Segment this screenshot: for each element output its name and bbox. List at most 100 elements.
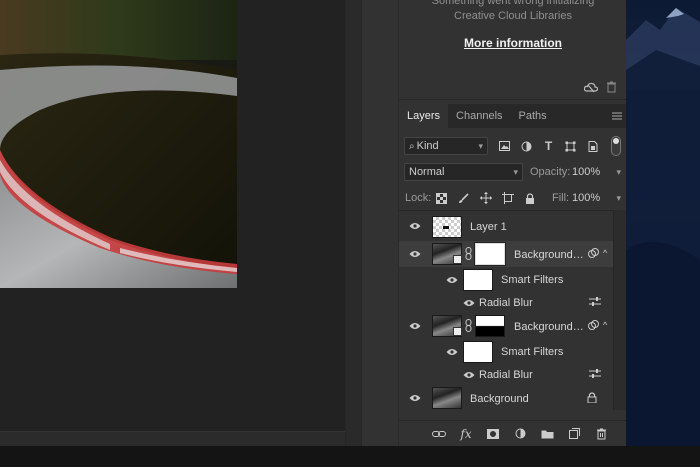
visibility-eye-icon[interactable] [445, 347, 459, 357]
more-information-link[interactable]: More information [399, 36, 627, 50]
collapse-caret-icon[interactable]: ^ [603, 248, 607, 258]
layer-row-background-copy[interactable]: Background c... ^ [399, 313, 613, 339]
fx-icon[interactable]: fx [458, 426, 474, 442]
photoshop-window: Something went wrong initializing Creati… [0, 0, 700, 467]
lock-all-icon[interactable] [522, 191, 537, 206]
delete-layer-icon[interactable] [593, 426, 609, 442]
fill-value: 100% [572, 192, 601, 204]
filter-blending-options-icon[interactable] [589, 297, 601, 310]
shape-filter-icon[interactable] [563, 139, 578, 154]
smart-object-filter-icon[interactable] [585, 139, 600, 154]
adjustment-layer-icon[interactable] [512, 426, 528, 442]
layer-row-background[interactable]: Background [399, 385, 613, 411]
fill-label: Fill: [552, 192, 570, 204]
canvas-image-race-track[interactable] [0, 0, 237, 288]
layer-name[interactable]: Background [470, 393, 529, 405]
filter-row-radial-blur[interactable]: Radial Blur [399, 365, 613, 385]
visibility-eye-icon[interactable] [462, 370, 476, 380]
visibility-eye-icon[interactable] [408, 221, 422, 231]
filter-name[interactable]: Radial Blur [479, 369, 533, 381]
kind-label: Kind [416, 140, 439, 152]
blend-mode-select[interactable]: Normal ▾ [404, 163, 523, 181]
libraries-error-message: Something went wrong initializing Creati… [399, 0, 627, 24]
link-layers-icon[interactable] [431, 426, 447, 442]
layers-list: Layer 1 Background c... ^ Smart Filters … [399, 210, 613, 410]
image-filter-icon[interactable] [497, 139, 512, 154]
layer-thumbnail [432, 216, 462, 238]
visibility-eye-icon[interactable] [408, 249, 422, 259]
smart-filter-mask-thumbnail[interactable] [463, 269, 493, 291]
bottom-strip [0, 446, 700, 467]
opacity-label: Opacity: [530, 166, 571, 178]
lock-position-icon[interactable] [478, 191, 493, 206]
race-track-image [0, 0, 237, 288]
link-icon[interactable] [465, 247, 472, 263]
smart-object-badge-icon [453, 327, 462, 336]
libraries-footer-icons [583, 81, 617, 96]
horizontal-scrollbar[interactable] [0, 431, 345, 446]
smart-filters-row[interactable]: Smart Filters [399, 341, 613, 363]
panel-menu-icon[interactable] [612, 104, 627, 128]
layer-thumbnail [432, 387, 462, 409]
layer-filter-kind-select[interactable]: ⌕ Kind ▾ [404, 137, 488, 155]
layer-name[interactable]: Background c... [514, 321, 586, 333]
chevron-down-icon: ▾ [478, 140, 483, 151]
visibility-eye-icon[interactable] [462, 298, 476, 308]
smart-filters-row[interactable]: Smart Filters [399, 269, 613, 291]
filter-toggle-switch[interactable] [611, 136, 621, 156]
blend-mode-value: Normal [409, 166, 445, 178]
libraries-error-line1: Something went wrong initializing [431, 0, 595, 7]
smart-object-badge-icon [453, 255, 462, 264]
visibility-eye-icon[interactable] [408, 321, 422, 331]
add-mask-icon[interactable] [485, 426, 501, 442]
layers-scrollbar[interactable] [613, 210, 627, 410]
layer-mask-thumbnail[interactable] [475, 315, 505, 337]
desktop-wallpaper [626, 0, 700, 467]
collapse-caret-icon[interactable]: ^ [603, 320, 607, 330]
new-layer-icon[interactable] [566, 426, 582, 442]
chevron-down-icon: ▾ [616, 192, 621, 203]
smart-object-icon [588, 248, 599, 262]
link-icon[interactable] [465, 319, 472, 335]
lock-artboard-icon[interactable] [500, 191, 515, 206]
layers-panel-tabs: Layers Channels Paths [399, 104, 627, 128]
layer-name[interactable]: Background c... [514, 249, 586, 261]
layer-row-background-copy-2[interactable]: Background c... ^ [399, 241, 613, 267]
opacity-value: 100% [572, 166, 601, 178]
libraries-panel: Something went wrong initializing Creati… [399, 0, 627, 100]
tab-layers[interactable]: Layers [399, 104, 449, 128]
chevron-down-icon: ▾ [513, 166, 518, 177]
fill-field[interactable]: 100% ▾ [572, 189, 624, 207]
smart-filters-label: Smart Filters [501, 274, 564, 286]
layer-name[interactable]: Layer 1 [470, 221, 507, 233]
cloud-sync-icon[interactable] [583, 81, 599, 96]
lock-label: Lock: [405, 192, 432, 204]
new-group-icon[interactable] [539, 426, 555, 442]
visibility-eye-icon[interactable] [408, 393, 422, 403]
smart-filters-label: Smart Filters [501, 346, 564, 358]
lock-icons [434, 189, 537, 207]
lock-icon[interactable] [587, 392, 597, 406]
tab-channels[interactable]: Channels [448, 104, 510, 128]
filter-blending-options-icon[interactable] [589, 369, 601, 382]
layer-filter-icons: T [497, 137, 600, 155]
filter-mask-thumbnail[interactable] [474, 242, 506, 266]
lock-transparent-icon[interactable] [434, 191, 449, 206]
smart-filter-mask-thumbnail[interactable] [463, 341, 493, 363]
visibility-eye-icon[interactable] [445, 275, 459, 285]
adjustment-filter-icon[interactable] [519, 139, 534, 154]
vertical-scrollbar[interactable] [345, 0, 361, 446]
type-filter-icon[interactable]: T [541, 139, 556, 154]
tab-paths[interactable]: Paths [511, 104, 555, 128]
libraries-error-line2: Creative Cloud Libraries [454, 10, 572, 22]
filter-name[interactable]: Radial Blur [479, 297, 533, 309]
filter-row-radial-blur[interactable]: Radial Blur [399, 293, 613, 313]
document-canvas-area[interactable] [0, 0, 345, 446]
layer-row-layer-1[interactable]: Layer 1 [399, 215, 613, 239]
trash-icon[interactable] [606, 81, 617, 96]
collapsed-panel-dock[interactable] [361, 0, 398, 446]
mountain-wallpaper-image [626, 8, 700, 467]
lock-paint-icon[interactable] [456, 191, 471, 206]
chevron-down-icon: ▾ [616, 166, 621, 177]
opacity-field[interactable]: 100% ▾ [572, 163, 624, 181]
